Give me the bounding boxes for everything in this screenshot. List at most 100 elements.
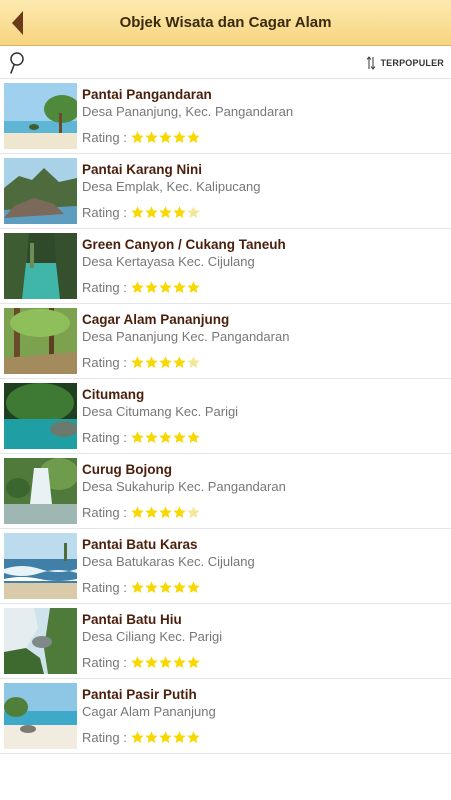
star-filled-icon — [159, 430, 172, 443]
place-location: Desa Sukahurip Kec. Pangandaran — [82, 479, 286, 494]
star-filled-icon — [173, 205, 186, 218]
star-filled-icon — [173, 730, 186, 743]
rating-label: Rating : — [82, 204, 127, 220]
star-filled-icon — [173, 430, 186, 443]
rating-row: Rating : — [82, 653, 200, 671]
place-name: Curug Bojong — [82, 462, 172, 477]
star-filled-icon — [173, 355, 186, 368]
star-filled-icon — [145, 505, 158, 518]
star-filled-icon — [159, 655, 172, 668]
place-thumbnail — [4, 158, 77, 224]
sort-button[interactable]: TERPOPULER — [366, 54, 444, 72]
star-filled-icon — [145, 130, 158, 143]
star-filled-icon — [159, 505, 172, 518]
place-location: Desa Pananjung Kec. Pangandaran — [82, 329, 290, 344]
star-filled-icon — [145, 730, 158, 743]
place-name: Pantai Pangandaran — [82, 87, 212, 102]
back-button[interactable] — [8, 9, 28, 37]
rating-row: Rating : — [82, 428, 200, 446]
place-location: Desa Ciliang Kec. Parigi — [82, 629, 223, 644]
rating-row: Rating : — [82, 353, 200, 371]
rating-label: Rating : — [82, 579, 127, 595]
place-name: Citumang — [82, 387, 145, 402]
rating-row: Rating : — [82, 503, 200, 521]
place-thumbnail — [4, 608, 77, 674]
star-filled-icon — [159, 130, 172, 143]
rating-stars — [131, 355, 200, 369]
place-name: Pantai Batu Hiu — [82, 612, 182, 627]
place-thumbnail — [4, 683, 77, 749]
star-filled-icon — [131, 355, 144, 368]
star-filled-icon — [131, 505, 144, 518]
place-list-item[interactable]: Pantai Karang Nini Desa Emplak, Kec. Kali… — [0, 154, 451, 229]
place-location: Desa Pananjung, Kec. Pangandaran — [82, 104, 294, 119]
star-filled-icon — [145, 280, 158, 293]
star-filled-icon — [173, 280, 186, 293]
star-empty-icon — [187, 505, 200, 518]
rating-label: Rating : — [82, 279, 127, 295]
star-filled-icon — [159, 205, 172, 218]
place-list-item[interactable]: Pantai Batu Hiu Desa Ciliang Kec. Parigi R… — [0, 604, 451, 679]
place-list-item[interactable]: Curug Bojong Desa Sukahurip Kec. Panganda… — [0, 454, 451, 529]
place-thumbnail — [4, 383, 77, 449]
rating-label: Rating : — [82, 354, 127, 370]
place-thumbnail — [4, 533, 77, 599]
toolbar: TERPOPULER — [0, 46, 451, 79]
place-list-item[interactable]: Cagar Alam Pananjung Desa Pananjung Kec. … — [0, 304, 451, 379]
star-filled-icon — [173, 505, 186, 518]
rating-label: Rating : — [82, 729, 127, 745]
rating-stars — [131, 205, 200, 219]
search-icon — [10, 52, 24, 74]
place-list-item[interactable]: Pantai Pasir Putih Cagar Alam Pananjung Ra… — [0, 679, 451, 754]
rating-stars — [131, 655, 200, 669]
star-filled-icon — [173, 655, 186, 668]
place-list-item[interactable]: Citumang Desa Citumang Kec. Parigi Rating … — [0, 379, 451, 454]
place-list-item[interactable]: Pantai Pangandaran Desa Pananjung, Kec. P… — [0, 79, 451, 154]
rating-stars — [131, 505, 200, 519]
app-header: Objek Wisata dan Cagar Alam — [0, 0, 451, 46]
star-filled-icon — [187, 580, 200, 593]
rating-stars — [131, 430, 200, 444]
place-location: Cagar Alam Pananjung — [82, 704, 216, 719]
rating-stars — [131, 730, 200, 744]
rating-stars — [131, 130, 200, 144]
place-thumbnail — [4, 308, 77, 374]
rating-row: Rating : — [82, 728, 200, 746]
place-name: Pantai Karang Nini — [82, 162, 203, 177]
place-name: Cagar Alam Pananjung — [82, 312, 230, 327]
star-filled-icon — [187, 730, 200, 743]
place-name: Green Canyon / Cukang Taneuh — [82, 237, 286, 252]
star-filled-icon — [131, 580, 144, 593]
place-thumbnail — [4, 83, 77, 149]
star-filled-icon — [145, 430, 158, 443]
search-button[interactable] — [7, 51, 27, 75]
place-name: Pantai Batu Karas — [82, 537, 198, 552]
star-filled-icon — [131, 130, 144, 143]
rating-label: Rating : — [82, 129, 127, 145]
star-filled-icon — [131, 205, 144, 218]
sort-arrows-icon — [367, 56, 376, 70]
page-title: Objek Wisata dan Cagar Alam — [119, 14, 332, 31]
star-filled-icon — [173, 580, 186, 593]
star-filled-icon — [145, 355, 158, 368]
star-filled-icon — [159, 580, 172, 593]
sort-label: TERPOPULER — [380, 58, 444, 68]
place-thumbnail — [4, 458, 77, 524]
star-filled-icon — [131, 280, 144, 293]
place-location: Desa Emplak, Kec. Kalipucang — [82, 179, 261, 194]
rating-label: Rating : — [82, 429, 127, 445]
rating-label: Rating : — [82, 504, 127, 520]
star-filled-icon — [131, 430, 144, 443]
place-name: Pantai Pasir Putih — [82, 687, 197, 702]
star-filled-icon — [145, 655, 158, 668]
rating-row: Rating : — [82, 128, 200, 146]
rating-row: Rating : — [82, 278, 200, 296]
star-empty-icon — [187, 205, 200, 218]
place-list-item[interactable]: Pantai Batu Karas Desa Batukaras Kec. Cij… — [0, 529, 451, 604]
star-filled-icon — [187, 130, 200, 143]
place-thumbnail — [4, 233, 77, 299]
place-list-item[interactable]: Green Canyon / Cukang Taneuh Desa Kertaya… — [0, 229, 451, 304]
rating-label: Rating : — [82, 654, 127, 670]
star-filled-icon — [173, 130, 186, 143]
star-filled-icon — [131, 730, 144, 743]
